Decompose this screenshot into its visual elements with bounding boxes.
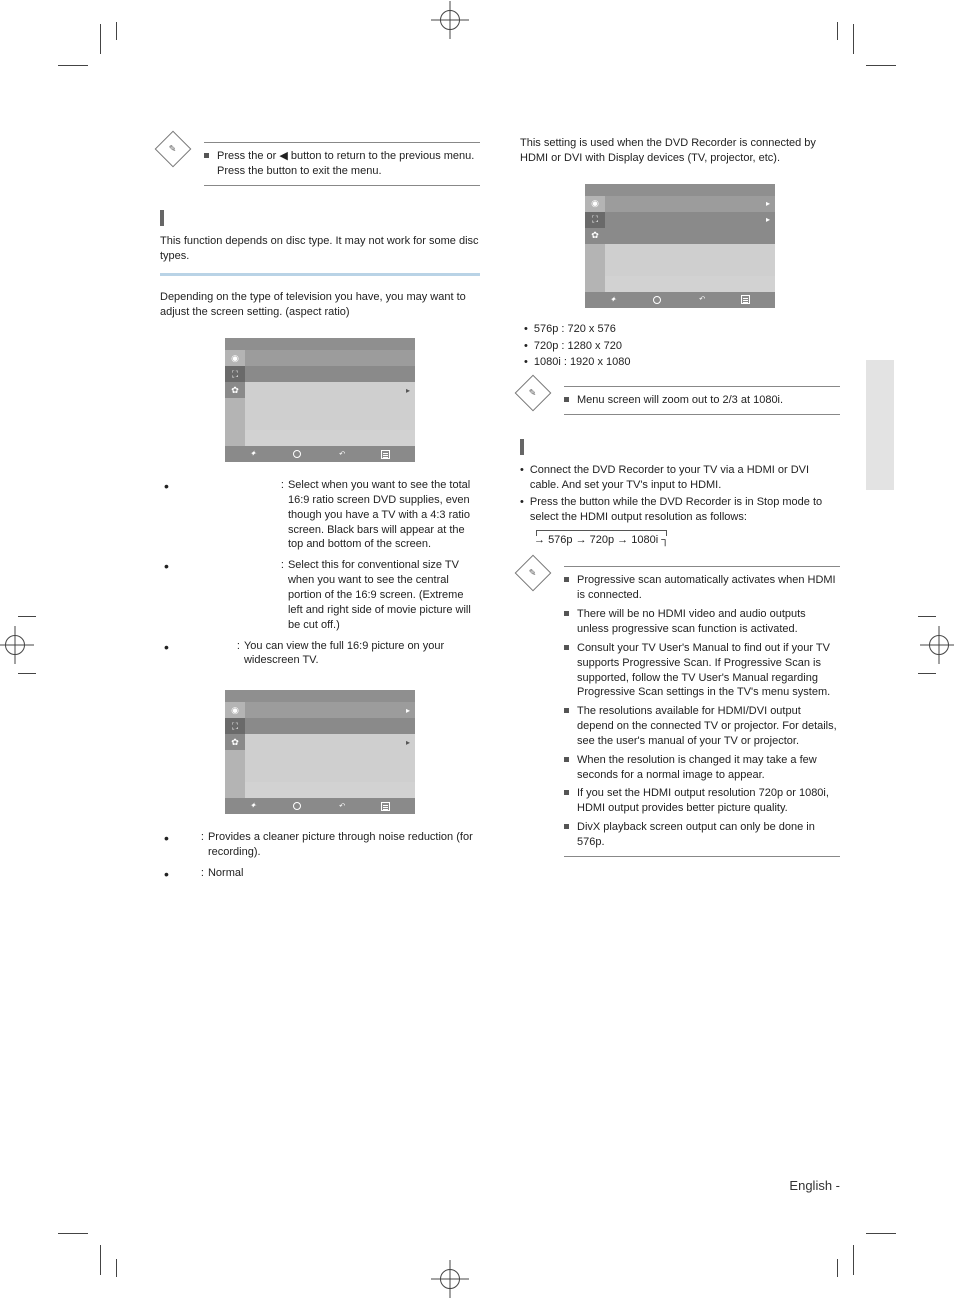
osd-tab-icon: ⛶: [225, 718, 245, 734]
osd-hint-bar: [585, 292, 775, 308]
osd-tab-icon: ✿: [585, 228, 605, 244]
registration-mark: [440, 1269, 460, 1289]
tick-mark: [837, 22, 838, 40]
note-text: DivX playback screen output can only be …: [577, 820, 840, 850]
note-text: The resolutions available for HDMI/DVI o…: [577, 704, 840, 749]
page-content: ✎ Press the or ◀ button to return to the…: [160, 130, 840, 887]
tick-mark: [116, 22, 117, 40]
bullet-icon: [564, 790, 569, 795]
note-icon: ✎: [515, 555, 552, 592]
crop-mark: [866, 1233, 896, 1234]
tick-mark: [837, 1259, 838, 1277]
crop-mark: [100, 1245, 101, 1275]
note-text: When the resolution is changed it may ta…: [577, 753, 840, 783]
bullet-icon: [564, 757, 569, 762]
page-footer: English -: [160, 1178, 840, 1193]
osd-screenshot: ◉ ⛶ ✿ ▸ ▸: [225, 690, 415, 814]
bullet-icon: [564, 611, 569, 616]
side-tab: [866, 360, 894, 490]
crop-mark: [58, 65, 88, 66]
crop-mark: [58, 1233, 88, 1234]
osd-tab-icon: ⛶: [585, 212, 605, 228]
section-header: [520, 439, 840, 455]
note-text: Menu screen will zoom out to 2/3 at 1080…: [577, 393, 783, 408]
body-text: Depending on the type of television you …: [160, 290, 480, 320]
registration-mark: [5, 635, 25, 655]
bullet-icon: [564, 824, 569, 829]
bullet-icon: [564, 645, 569, 650]
section-header: [160, 210, 480, 226]
osd-tab-icon: ◉: [585, 196, 605, 212]
crop-mark: [853, 24, 854, 54]
osd-tab-icon: ✿: [225, 734, 245, 750]
note-block: ✎ Menu screen will zoom out to 2/3 at 10…: [520, 380, 840, 421]
left-column: ✎ Press the or ◀ button to return to the…: [160, 130, 480, 887]
note-icon: ✎: [155, 131, 192, 168]
crop-mark: [866, 65, 896, 66]
tick-mark: [918, 616, 936, 617]
body-text: This function depends on disc type. It m…: [160, 234, 480, 264]
note-block: ✎ Press the or ◀ button to return to the…: [160, 136, 480, 192]
osd-tab-icon: ⛶: [225, 366, 245, 382]
note-text: Progressive scan automatically activates…: [577, 573, 840, 603]
osd-tab-icon: ◉: [225, 350, 245, 366]
tick-mark: [918, 673, 936, 674]
osd-tab-icon: ✿: [225, 382, 245, 398]
crop-mark: [853, 1245, 854, 1275]
osd-hint-bar: [225, 446, 415, 462]
note-icon: ✎: [515, 375, 552, 412]
definition-list: : Provides a cleaner picture through noi…: [164, 830, 480, 881]
note-text: If you set the HDMI output resolution 72…: [577, 786, 840, 816]
note-text: Consult your TV User's Manual to find ou…: [577, 641, 840, 700]
body-text: This setting is used when the DVD Record…: [520, 136, 840, 166]
registration-mark: [440, 10, 460, 30]
tick-mark: [116, 1259, 117, 1277]
definition-list: : Select when you want to see the total …: [164, 478, 480, 668]
tick-mark: [18, 673, 36, 674]
right-column: This setting is used when the DVD Record…: [520, 130, 840, 887]
bullet-list: Connect the DVD Recorder to your TV via …: [520, 463, 840, 524]
osd-screenshot: ◉ ⛶ ✿ ▸: [225, 338, 415, 462]
resolution-chain: → 576p → 720p → 1080i ┐: [534, 534, 840, 546]
bullet-icon: [564, 577, 569, 582]
note-text: Press the or ◀ button to return to the p…: [217, 149, 480, 179]
bullet-icon: [204, 153, 209, 158]
osd-screenshot: ◉ ⛶ ✿ ▸ ▸: [585, 184, 775, 308]
crop-mark: [100, 24, 101, 54]
osd-tab-icon: ◉: [225, 702, 245, 718]
osd-hint-bar: [225, 798, 415, 814]
bullet-icon: [564, 708, 569, 713]
note-text: There will be no HDMI video and audio ou…: [577, 607, 840, 637]
divider: [160, 273, 480, 276]
resolution-list: 576p : 720 x 576 720p : 1280 x 720 1080i…: [524, 322, 840, 371]
bullet-icon: [564, 397, 569, 402]
tick-mark: [18, 616, 36, 617]
note-block: ✎ Progressive scan automatically activat…: [520, 560, 840, 862]
registration-mark: [929, 635, 949, 655]
